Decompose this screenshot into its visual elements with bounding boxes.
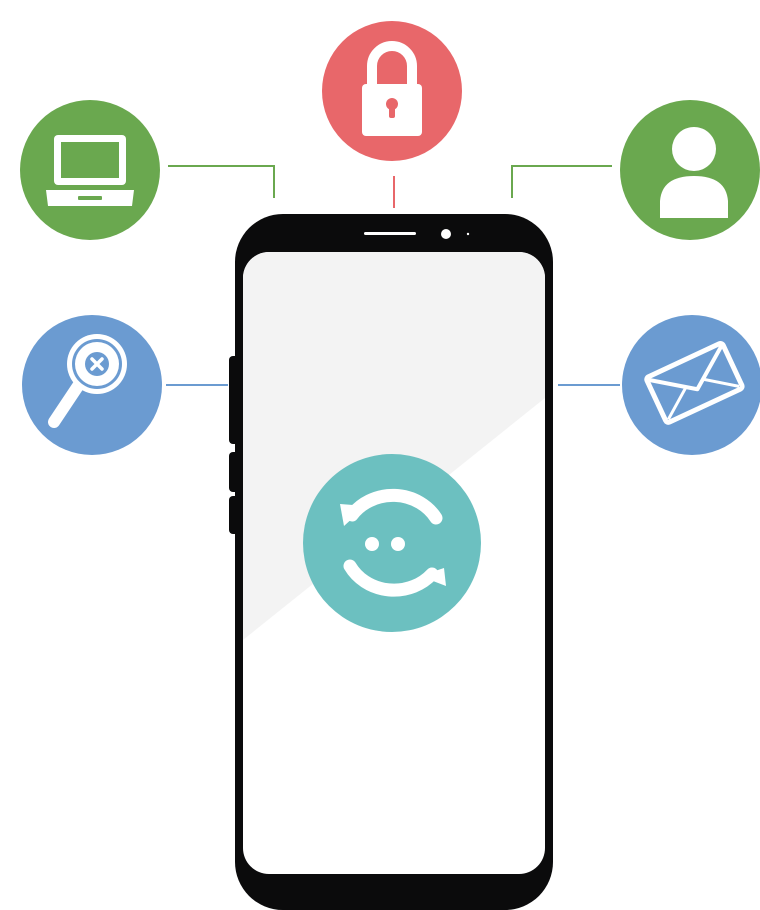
sync-smiley-icon xyxy=(303,454,481,632)
front-camera xyxy=(441,229,451,239)
laptop-node xyxy=(20,100,160,240)
sensor-dot xyxy=(466,232,470,236)
phone-sync-diagram xyxy=(0,0,760,910)
search-node xyxy=(22,315,162,455)
earpiece xyxy=(364,232,416,235)
connector-user xyxy=(511,165,612,198)
diagram-canvas xyxy=(20,21,760,910)
laptop-icon xyxy=(46,135,134,206)
user-node xyxy=(620,100,760,240)
mail-node xyxy=(622,315,760,455)
connector-laptop xyxy=(168,165,275,198)
lock-node xyxy=(322,21,462,161)
